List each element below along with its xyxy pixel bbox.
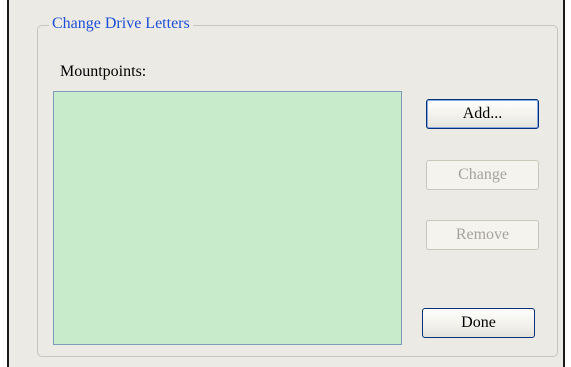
add-button[interactable]: Add... [426, 99, 539, 129]
done-button[interactable]: Done [422, 308, 535, 338]
mountpoints-list[interactable] [53, 91, 402, 345]
group-title: Change Drive Letters [49, 14, 193, 34]
change-button[interactable]: Change [426, 160, 539, 190]
remove-button[interactable]: Remove [426, 220, 539, 250]
dialog-window: Change Drive Letters Mountpoints: Add...… [0, 0, 571, 367]
mountpoints-label: Mountpoints: [60, 63, 147, 80]
